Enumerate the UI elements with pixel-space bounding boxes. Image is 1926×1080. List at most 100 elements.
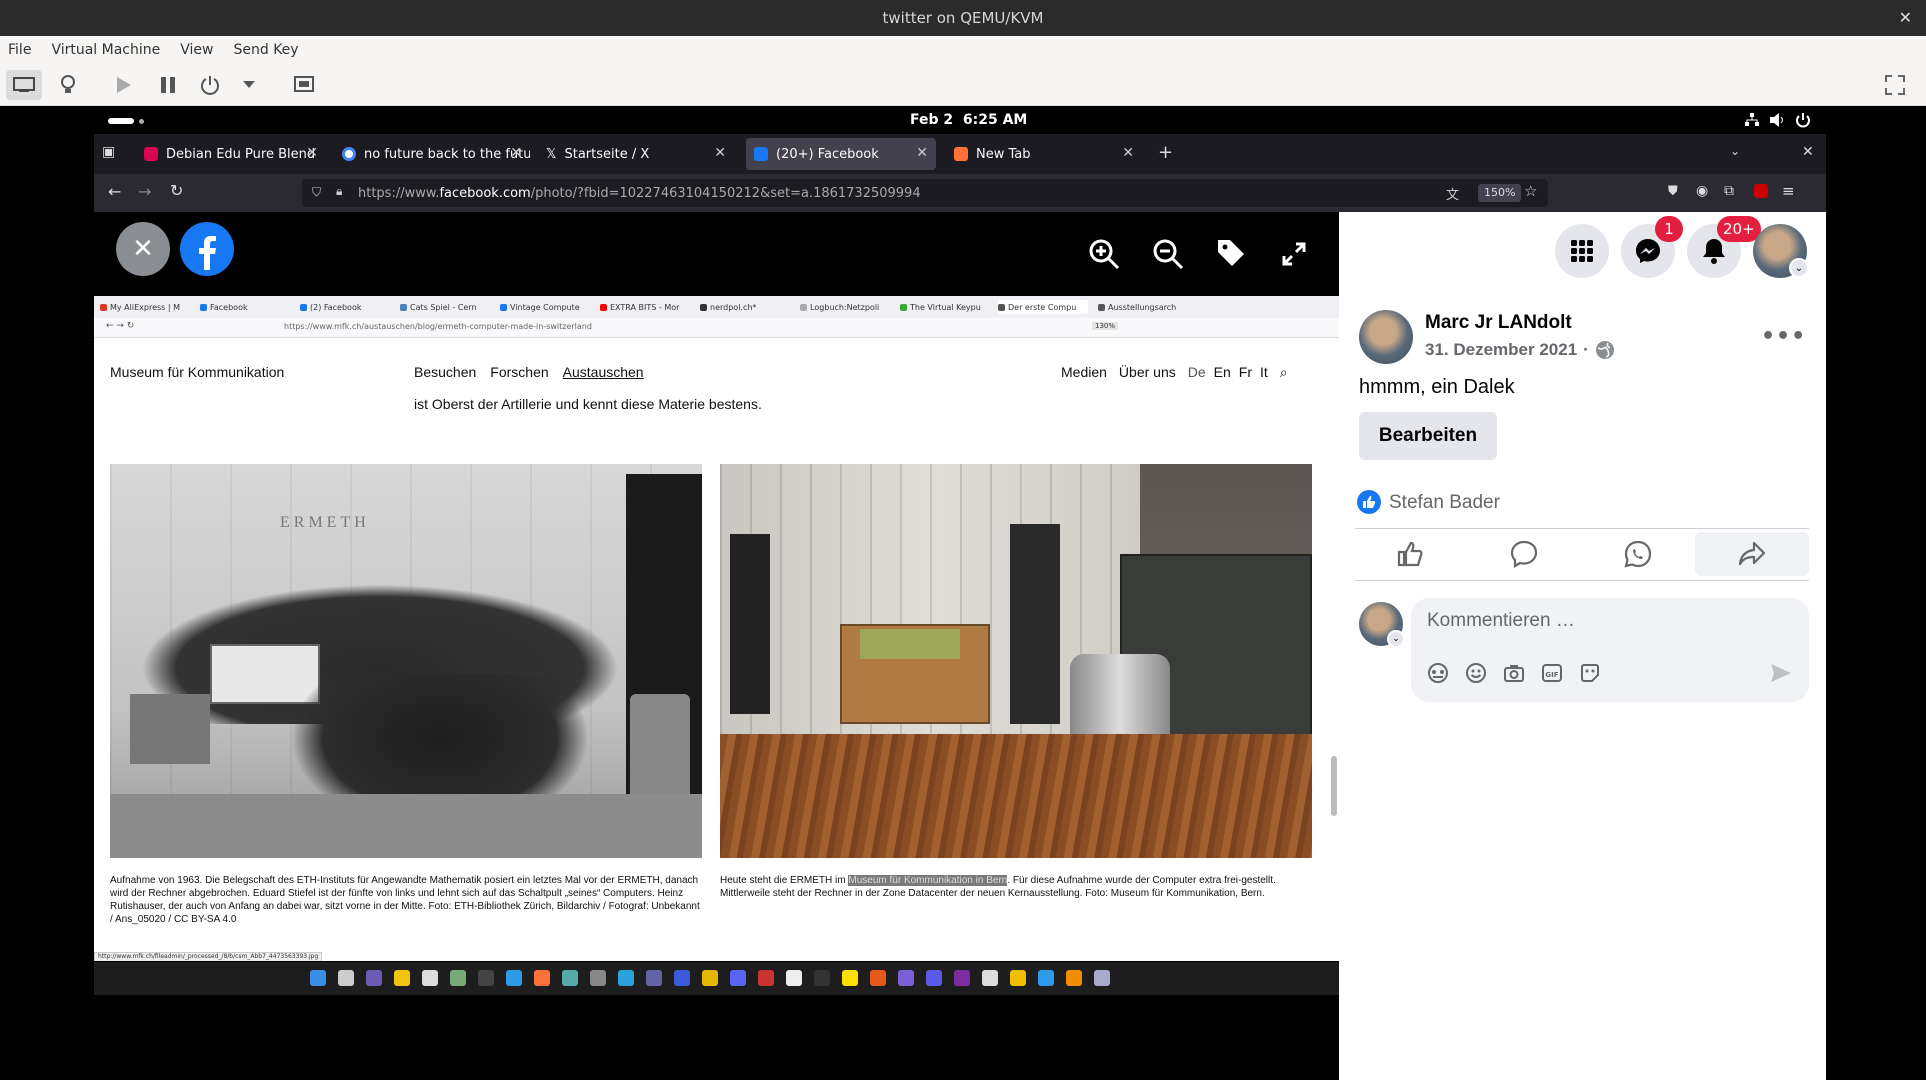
sticker-icon[interactable] bbox=[1579, 662, 1601, 684]
snapshots-button[interactable] bbox=[290, 70, 318, 100]
tab-close-icon[interactable]: ✕ bbox=[916, 145, 928, 161]
menu-view[interactable]: View bbox=[180, 42, 213, 58]
clock[interactable]: Feb 2 6:25 AM bbox=[910, 112, 1027, 128]
share-button[interactable] bbox=[1695, 532, 1809, 576]
nav-medien: Medien bbox=[1061, 364, 1107, 380]
taskbar-icon bbox=[786, 970, 802, 986]
tab-x[interactable]: 𝕏 Startseite / X ✕ bbox=[538, 138, 734, 170]
tab-close-icon[interactable]: ✕ bbox=[714, 145, 726, 161]
ublock-icon[interactable] bbox=[1754, 184, 1768, 198]
fullscreen-button[interactable] bbox=[1880, 70, 1910, 100]
taskbar-icon bbox=[758, 970, 774, 986]
volume-icon[interactable] bbox=[1770, 113, 1786, 127]
menu-virtual-machine[interactable]: Virtual Machine bbox=[51, 42, 160, 58]
account-icon[interactable]: ◉ bbox=[1696, 183, 1708, 199]
taskbar-icon bbox=[842, 970, 858, 986]
forward-arrow-icon[interactable]: → bbox=[138, 182, 151, 201]
tab-close-icon[interactable]: ✕ bbox=[510, 145, 522, 161]
tag-icon[interactable] bbox=[1216, 238, 1246, 268]
fb-comment-panel: 1 20+ ⌄ Marc Jr LANdolt 31. Dezember 202… bbox=[1339, 212, 1826, 1080]
photo-ermeth-museum bbox=[720, 464, 1312, 858]
shield-icon[interactable]: ⛉ bbox=[312, 185, 321, 200]
menu-grid-button[interactable] bbox=[1555, 224, 1609, 278]
menu-send-key[interactable]: Send Key bbox=[233, 42, 298, 58]
camera-icon[interactable] bbox=[1503, 662, 1525, 684]
firefox-view-icon[interactable]: ▣ bbox=[102, 144, 115, 160]
more-options-icon[interactable]: ••• bbox=[1761, 324, 1806, 349]
zoom-indicator[interactable]: 150% bbox=[1478, 184, 1522, 202]
details-button[interactable] bbox=[54, 70, 82, 100]
nav-ueber-uns: Über uns bbox=[1118, 364, 1176, 380]
tab-new[interactable]: New Tab ✕ bbox=[946, 138, 1142, 170]
send-icon[interactable] bbox=[1769, 662, 1793, 684]
workspace-dot bbox=[139, 119, 144, 124]
author-avatar[interactable] bbox=[1359, 310, 1413, 364]
zoom-out-icon[interactable] bbox=[1152, 238, 1184, 270]
taskbar-icon bbox=[422, 970, 438, 986]
post-date[interactable]: 31. Dezember 2021 bbox=[1425, 340, 1577, 360]
activities-indicator[interactable] bbox=[108, 118, 134, 124]
emoji-icon[interactable] bbox=[1465, 662, 1487, 684]
run-button[interactable] bbox=[110, 70, 138, 100]
new-tab-plus-icon[interactable]: + bbox=[1158, 142, 1173, 163]
commenter-chevron-icon[interactable]: ⌄ bbox=[1387, 630, 1405, 648]
highlighted-link: Museum für Kommunikation in Bern bbox=[848, 875, 1008, 886]
gif-icon[interactable]: GIF bbox=[1541, 662, 1563, 684]
lang-fr: Fr bbox=[1238, 364, 1252, 380]
window-title: twitter on QEMU/KVM bbox=[882, 9, 1044, 27]
tab-close-icon[interactable]: ✕ bbox=[1122, 145, 1134, 161]
inner-tab: Cats Spiel - Cern bbox=[400, 300, 498, 314]
taskbar-icon bbox=[954, 970, 970, 986]
window-close-icon[interactable]: ✕ bbox=[1899, 8, 1912, 27]
inner-tab: EXTRA BITS - Mor bbox=[600, 300, 698, 314]
extensions-icon[interactable]: ⧉ bbox=[1724, 183, 1734, 199]
url-bar[interactable]: ⛉ 🔒︎ https://www. facebook.com/photo/?fbi… bbox=[302, 179, 1548, 207]
tab-label: Startseite / X bbox=[564, 146, 650, 162]
network-icon[interactable] bbox=[1745, 113, 1759, 127]
comment-button[interactable] bbox=[1469, 532, 1579, 576]
intro-text: ist Oberst der Artillerie und kennt dies… bbox=[414, 396, 762, 412]
firefox-icon bbox=[534, 970, 550, 986]
translate-icon[interactable]: 文 bbox=[1446, 184, 1459, 203]
power-menu-icon[interactable] bbox=[1795, 112, 1811, 128]
liker-name[interactable]: Stefan Bader bbox=[1389, 492, 1500, 514]
shutdown-menu-button[interactable] bbox=[238, 70, 260, 100]
menu-file[interactable]: File bbox=[8, 42, 31, 58]
tab-list-chevron-icon[interactable]: ⌄ bbox=[1730, 144, 1740, 158]
tab-future[interactable]: no future back to the futu ✕ bbox=[334, 138, 530, 170]
tab-label: no future back to the futu bbox=[364, 146, 530, 162]
back-arrow-icon[interactable]: ← bbox=[108, 182, 121, 201]
site-nav-right: Medien Über uns De En Fr It ⌕ bbox=[1061, 364, 1288, 381]
tab-facebook-active[interactable]: (20+) Facebook ✕ bbox=[746, 138, 936, 170]
inner-tab: My AliExpress | M bbox=[100, 300, 198, 314]
avatar-sticker-icon[interactable] bbox=[1427, 662, 1449, 684]
grid-icon bbox=[1571, 240, 1593, 262]
fullscreen-icon[interactable] bbox=[1282, 242, 1306, 266]
bookmark-star-icon[interactable]: ☆ bbox=[1524, 182, 1537, 200]
reload-icon[interactable]: ↻ bbox=[170, 181, 183, 200]
comment-box[interactable]: Kommentieren … GIF bbox=[1411, 598, 1809, 702]
account-chevron-icon[interactable]: ⌄ bbox=[1789, 258, 1809, 278]
author-name[interactable]: Marc Jr LANdolt bbox=[1425, 312, 1572, 334]
taskbar-icon bbox=[982, 970, 998, 986]
zoom-in-icon[interactable] bbox=[1088, 238, 1120, 270]
hamburger-menu-icon[interactable]: ≡ bbox=[1782, 182, 1795, 200]
url-domain: facebook.com bbox=[439, 185, 531, 201]
like-reaction-icon[interactable] bbox=[1357, 490, 1381, 514]
like-button[interactable] bbox=[1355, 532, 1465, 576]
lock-icon[interactable]: 🔒︎ bbox=[336, 184, 342, 199]
shutdown-button[interactable] bbox=[196, 70, 224, 100]
pause-button[interactable] bbox=[154, 70, 182, 100]
tab-debian[interactable]: Debian Edu Pure Blend ✕ bbox=[136, 138, 326, 170]
pocket-icon[interactable]: ⛊ bbox=[1668, 184, 1678, 199]
whatsapp-share-button[interactable] bbox=[1583, 532, 1693, 576]
facebook-logo-icon[interactable] bbox=[180, 222, 234, 276]
taskbar-icon bbox=[1038, 970, 1054, 986]
tab-close-icon[interactable]: ✕ bbox=[306, 145, 318, 161]
firefox-close-icon[interactable]: ✕ bbox=[1802, 144, 1814, 160]
inner-tab-active: Der erste Compu bbox=[998, 300, 1088, 314]
inner-zoom: 130% bbox=[1092, 322, 1119, 330]
console-view-button[interactable] bbox=[6, 70, 42, 100]
edit-button[interactable]: Bearbeiten bbox=[1359, 412, 1497, 460]
close-viewer-icon[interactable]: ✕ bbox=[116, 222, 170, 276]
